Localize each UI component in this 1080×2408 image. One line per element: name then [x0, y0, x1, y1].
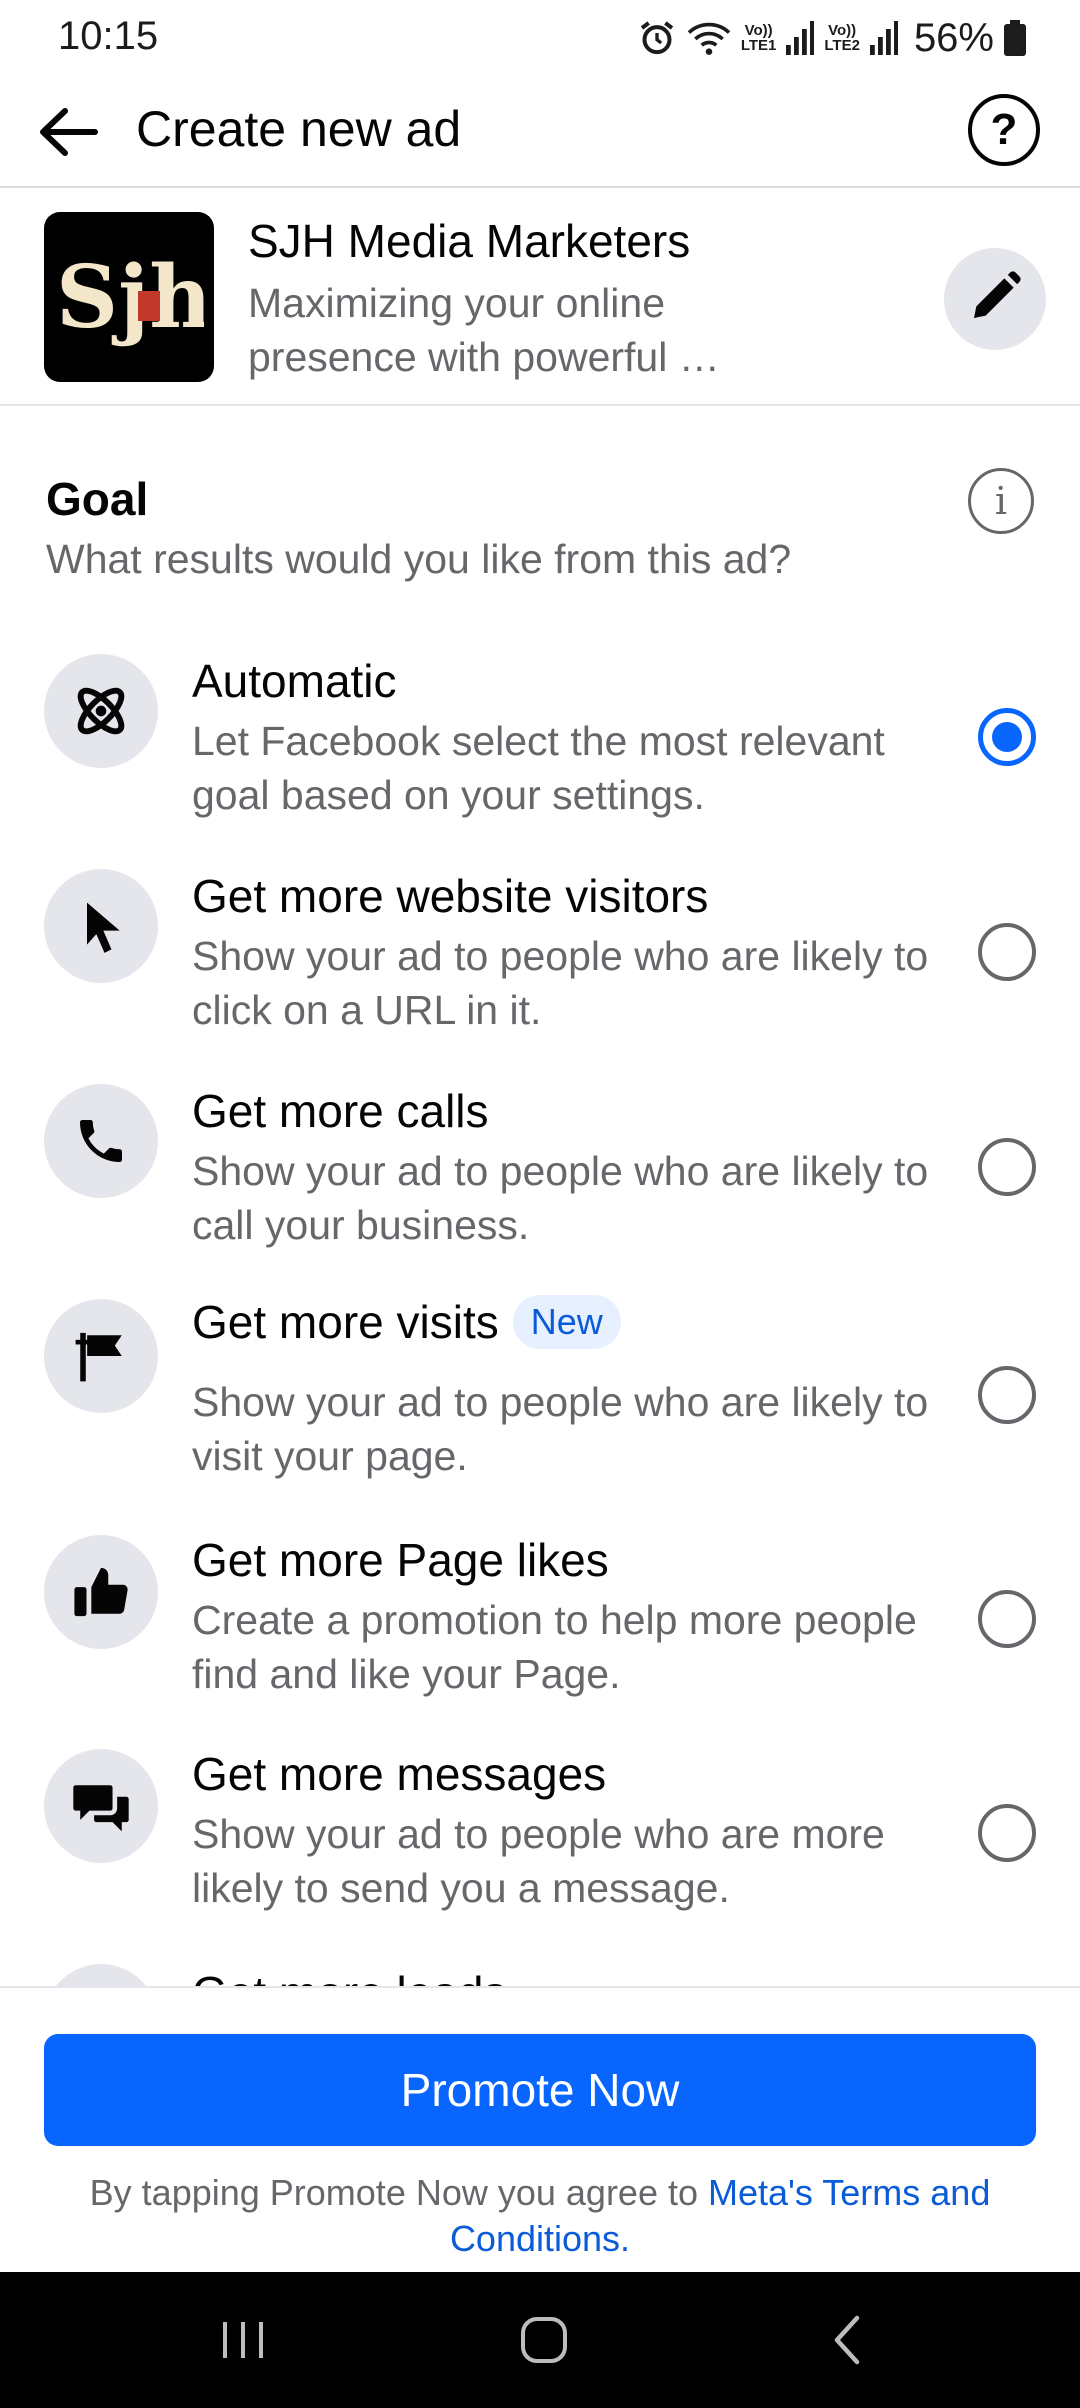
network-2-top: Vo)) [828, 22, 857, 39]
signal-1-icon [786, 21, 815, 55]
chat-bubbles-icon [44, 1749, 158, 1863]
goal-option-automatic[interactable]: Automatic Let Facebook select the most r… [0, 650, 1080, 860]
help-button[interactable]: ? [968, 94, 1040, 166]
option-title-text: Get more leads [192, 1966, 506, 1986]
terms-suffix: . [620, 2218, 631, 2259]
option-title-text: Get more Page likes [192, 1534, 609, 1586]
goal-option-messages[interactable]: Get more messages Show your ad to people… [0, 1747, 1080, 1957]
wifi-icon [687, 18, 731, 58]
logo-text: Sjh [56, 247, 204, 347]
recent-apps-button[interactable] [193, 2300, 293, 2380]
recent-apps-icon [223, 2322, 263, 2358]
radio-website-visitors[interactable] [978, 923, 1036, 981]
option-title: Get more messages [192, 1747, 606, 1801]
network-2-bottom: LTE2 [824, 37, 860, 54]
radio-automatic[interactable] [978, 708, 1036, 766]
status-bar: 10:15 Vo)) LTE1 Vo)) LTE2 56% [0, 0, 1080, 76]
option-title: Get more website visitors [192, 869, 708, 923]
page-title: Create new ad [136, 101, 462, 157]
radio-calls[interactable] [978, 1138, 1036, 1196]
bottom-action-area: Promote Now By tapping Promote Now you a… [0, 1986, 1080, 2272]
option-title: Automatic [192, 654, 397, 708]
option-description: Let Facebook select the most relevant go… [192, 718, 885, 818]
option-title: Get more visits New [192, 1295, 621, 1349]
question-mark-icon: ? [990, 105, 1018, 154]
sjh-logo-icon: Sjh [56, 247, 204, 347]
option-description: Show your ad to people who are likely to… [192, 1379, 929, 1479]
edit-button[interactable] [944, 248, 1046, 350]
page-name: SJH Media Marketers [248, 215, 691, 267]
promote-now-button[interactable]: Promote Now [44, 2034, 1036, 2146]
page-description: Maximizing your online presence with pow… [248, 280, 720, 380]
option-title-text: Automatic [192, 655, 397, 707]
status-icons: Vo)) LTE1 Vo)) LTE2 56% [637, 14, 1026, 62]
back-nav-button[interactable] [797, 2300, 897, 2380]
network-2-label: Vo)) LTE2 [824, 23, 860, 53]
goal-subtitle: What results would you like from this ad… [46, 536, 792, 582]
option-description: Create a promotion to help more people f… [192, 1597, 917, 1697]
network-1-label: Vo)) LTE1 [741, 23, 777, 53]
battery-percent: 56% [913, 15, 994, 60]
page-logo: Sjh [44, 212, 214, 382]
option-description: Show your ad to people who are likely to… [192, 1148, 929, 1248]
pencil-icon [967, 269, 1023, 330]
terms-prefix: By tapping Promote Now you agree to [89, 2172, 709, 2213]
cursor-icon [44, 869, 158, 983]
option-title-text: Get more website visitors [192, 870, 709, 922]
phone-icon [44, 1084, 158, 1198]
goal-option-calls[interactable]: Get more calls Show your ad to people wh… [0, 1080, 1080, 1290]
terms-text: By tapping Promote Now you agree to Meta… [60, 2170, 1020, 2262]
radio-visits[interactable] [978, 1366, 1036, 1424]
radio-messages[interactable] [978, 1804, 1036, 1862]
signal-2-icon [869, 21, 898, 55]
option-title-text: Get more messages [192, 1748, 607, 1800]
top-app-bar: Create new ad ? [0, 76, 1080, 188]
storefront-flag-icon [44, 1299, 158, 1413]
goal-heading: Goal [46, 473, 149, 525]
logo-seal [138, 291, 160, 321]
option-title: Get more Page likes [192, 1533, 609, 1587]
option-title-text: Get more calls [192, 1085, 489, 1137]
back-button[interactable] [28, 94, 108, 174]
goal-option-visits[interactable]: Get more visits New Show your ad to peop… [0, 1295, 1080, 1525]
system-navigation-bar [0, 2272, 1080, 2408]
battery-icon [1004, 20, 1026, 56]
back-chevron-icon [834, 2315, 860, 2365]
network-1-bottom: LTE1 [740, 37, 777, 54]
atom-icon [44, 654, 158, 768]
radio-page-likes[interactable] [978, 1590, 1036, 1648]
alarm-icon [637, 18, 677, 58]
goal-option-page-likes[interactable]: Get more Page likes Create a promotion t… [0, 1533, 1080, 1743]
status-time: 10:15 [58, 14, 159, 58]
option-title-text: Get more visits [192, 1296, 499, 1348]
page-card: Sjh SJH Media Marketers Maximizing your … [0, 190, 1080, 406]
leads-icon [44, 1964, 158, 1986]
thumbs-up-icon [44, 1535, 158, 1649]
option-description: Show your ad to people who are more like… [192, 1811, 885, 1911]
info-icon[interactable]: i [968, 468, 1034, 534]
back-arrow-icon [37, 106, 99, 163]
network-1-top: Vo)) [744, 22, 773, 39]
option-description: Show your ad to people who are likely to… [192, 933, 929, 1033]
home-icon [521, 2317, 567, 2363]
home-button[interactable] [494, 2300, 594, 2380]
goal-option-leads[interactable]: Get more leads [0, 1960, 1080, 1986]
option-title: Get more calls [192, 1084, 489, 1138]
new-badge: New [512, 1295, 621, 1349]
goal-option-website-visitors[interactable]: Get more website visitors Show your ad t… [0, 865, 1080, 1075]
